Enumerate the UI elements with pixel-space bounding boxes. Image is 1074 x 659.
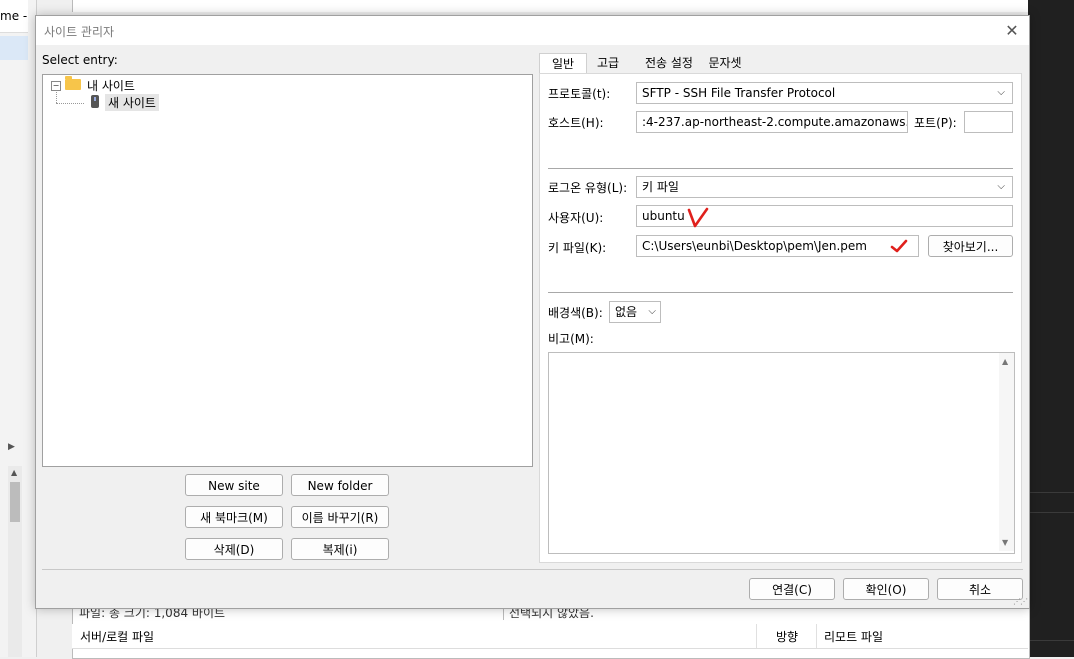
- comments-scrollbar[interactable]: ▲ ▼: [999, 353, 1014, 551]
- keyfile-label: 키 파일(K):: [548, 241, 607, 255]
- close-icon[interactable]: ✕: [1001, 20, 1023, 42]
- protocol-value: SFTP - SSH File Transfer Protocol: [642, 86, 836, 100]
- new-bookmark-button[interactable]: 새 북마크(M): [185, 506, 283, 528]
- comments-label: 비고(M):: [548, 332, 594, 346]
- cancel-button[interactable]: 취소: [937, 578, 1023, 600]
- new-site-button[interactable]: New site: [185, 474, 283, 496]
- port-input[interactable]: [964, 111, 1013, 133]
- background-top-panel: [72, 0, 1030, 12]
- scroll-right-arrow-icon[interactable]: ▶: [8, 442, 15, 452]
- queue-header-local-file[interactable]: 서버/로컬 파일: [80, 628, 154, 645]
- protocol-select[interactable]: SFTP - SSH File Transfer Protocol ⌵: [636, 82, 1013, 104]
- select-entry-label: Select entry:: [42, 53, 118, 67]
- section-divider: [548, 168, 1013, 169]
- scrollbar-thumb[interactable]: [10, 482, 20, 522]
- new-folder-button[interactable]: New folder: [291, 474, 389, 496]
- host-input[interactable]: :4-237.ap-northeast-2.compute.amazonaws.…: [636, 111, 908, 133]
- connect-button[interactable]: 연결(C): [749, 578, 835, 600]
- tab-transfer-settings[interactable]: 전송 설정: [637, 53, 701, 73]
- collapse-icon[interactable]: −: [51, 81, 61, 91]
- chevron-down-icon: ⌵: [997, 87, 1005, 98]
- section-divider: [548, 292, 1013, 293]
- resize-grip-icon[interactable]: ⋰⋰: [1013, 597, 1028, 606]
- footer-divider: [42, 569, 1023, 570]
- tab-charset[interactable]: 문자셋: [702, 53, 748, 73]
- server-icon: [91, 95, 99, 108]
- chevron-down-icon: ⌵: [648, 306, 656, 317]
- dialog-title: 사이트 관리자: [44, 25, 115, 39]
- tree-folder-my-sites[interactable]: 내 사이트: [87, 77, 135, 94]
- host-label: 호스트(H):: [548, 116, 604, 130]
- delete-button[interactable]: 삭제(D): [185, 538, 283, 560]
- keyfile-input[interactable]: C:\Users\eunbi\Desktop\pem\Jen.pem: [636, 235, 919, 257]
- tab-general[interactable]: 일반: [539, 53, 587, 74]
- comments-textarea[interactable]: ▲ ▼: [548, 352, 1015, 554]
- chevron-down-icon: ⌵: [997, 181, 1005, 192]
- background-column-header: me -: [0, 0, 28, 33]
- queue-header-direction[interactable]: 방향: [776, 628, 798, 645]
- background-vertical-scrollbar[interactable]: ▲: [8, 466, 22, 657]
- background-left-pane: me - ▶ ▲: [0, 0, 37, 657]
- ok-button[interactable]: 확인(O): [843, 578, 929, 600]
- queue-header-remote-file[interactable]: 리모트 파일: [824, 628, 883, 645]
- duplicate-button[interactable]: 복제(i): [291, 538, 389, 560]
- scroll-up-arrow-icon[interactable]: ▲: [11, 468, 17, 477]
- port-label: 포트(P):: [914, 116, 957, 130]
- scroll-down-arrow-icon[interactable]: ▼: [1002, 538, 1008, 547]
- background-selected-row: [0, 36, 28, 60]
- tree-item-new-site[interactable]: 새 사이트: [105, 94, 159, 111]
- logon-type-select[interactable]: 키 파일 ⌵: [636, 176, 1013, 198]
- site-tree[interactable]: − 내 사이트 새 사이트: [42, 74, 533, 467]
- protocol-label: 프로토콜(t):: [548, 87, 611, 101]
- handwritten-check-icon: [890, 239, 908, 253]
- tab-advanced[interactable]: 고급: [587, 53, 629, 73]
- background-right-edge: [1028, 0, 1074, 657]
- logon-type-value: 키 파일: [642, 180, 679, 194]
- queue-header: 서버/로컬 파일 방향 리모트 파일: [72, 624, 1028, 649]
- scroll-up-arrow-icon[interactable]: ▲: [1002, 357, 1008, 366]
- bg-color-select[interactable]: 없음 ⌵: [609, 301, 661, 323]
- site-manager-dialog: 사이트 관리자 ✕ Select entry: − 내 사이트 새 사이트 Ne…: [35, 15, 1030, 609]
- dialog-titlebar: 사이트 관리자 ✕: [36, 16, 1029, 45]
- bg-color-value: 없음: [615, 305, 638, 319]
- user-label: 사용자(U):: [548, 211, 604, 225]
- bg-color-label: 배경색(B):: [548, 306, 603, 320]
- browse-button[interactable]: 찾아보기...: [928, 235, 1013, 257]
- rename-button[interactable]: 이름 바꾸기(R): [291, 506, 389, 528]
- folder-icon: [65, 76, 81, 90]
- logon-type-label: 로그온 유형(L):: [548, 181, 628, 195]
- handwritten-check-icon: [687, 207, 709, 228]
